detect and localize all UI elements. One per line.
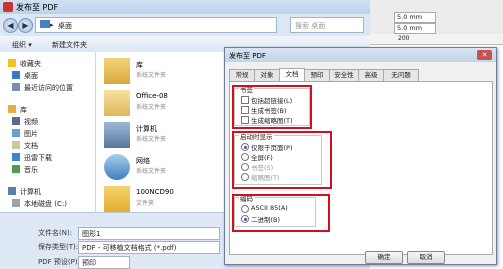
pdf-dialog-titlebar: 发布至 PDF ✕ — [225, 48, 496, 62]
address-text: 桌面 — [58, 22, 72, 30]
tab-objects[interactable]: 对象 — [254, 69, 280, 81]
ok-button[interactable]: 确定 — [365, 251, 403, 264]
preset-label: PDF 预设(P): — [38, 258, 80, 266]
tab-strip: 常规 对象 文档 预印 安全性 高级 无问题 — [229, 68, 492, 81]
computer-icon — [104, 122, 130, 148]
highlight-box-bookmarks — [232, 85, 312, 129]
document-icon — [12, 141, 20, 149]
computer-icon — [8, 187, 16, 195]
tab-security[interactable]: 安全性 — [329, 69, 359, 81]
savetype-value: PDF - 可移植文档格式 (*.pdf) — [82, 244, 177, 252]
save-dialog-title: 发布至 PDF — [16, 3, 59, 12]
video-icon — [12, 117, 20, 125]
folder-icon — [104, 186, 130, 212]
tab-document[interactable]: 文档 — [279, 68, 305, 81]
savetype-select[interactable]: PDF - 可移植文档格式 (*.pdf) — [78, 241, 220, 254]
save-dialog-titlebar: 发布至 PDF — [0, 0, 370, 14]
preset-value: 预印 — [82, 259, 96, 267]
folder-icon — [40, 20, 50, 28]
file-item-network[interactable]: 网络 系统文件夹 — [104, 152, 224, 188]
organize-button[interactable]: 组织 ▾ — [12, 40, 32, 50]
nudge-y-field[interactable]: 5.0 mm — [394, 23, 436, 34]
file-item-library[interactable]: 库 系统文件夹 — [104, 56, 224, 92]
file-item-office[interactable]: Office-08 系统文件夹 — [104, 88, 224, 124]
ruler-label: 200 — [398, 35, 410, 42]
forward-icon[interactable]: ▶ — [18, 18, 33, 33]
savetype-label: 保存类型(T): — [38, 243, 79, 251]
file-item-computer[interactable]: 计算机 系统文件夹 — [104, 120, 224, 156]
horizontal-ruler: 200 — [370, 34, 503, 45]
tab-advanced[interactable]: 高级 — [358, 69, 384, 81]
highlight-box-startup — [232, 131, 332, 189]
cancel-button[interactable]: 取消 — [407, 251, 445, 264]
library-folder-icon — [104, 58, 130, 84]
tab-prepress[interactable]: 预印 — [304, 69, 330, 81]
nudge-x-field[interactable]: 5.0 mm — [394, 12, 436, 23]
address-bar[interactable]: ▸ 桌面 — [35, 17, 277, 33]
filename-input[interactable]: 图形1 — [78, 227, 220, 240]
user-folder-icon — [104, 90, 130, 116]
desktop-icon — [12, 71, 20, 79]
tab-general[interactable]: 常规 — [229, 69, 255, 81]
network-icon — [104, 154, 130, 180]
navigation-pane: 收藏夹 桌面 最近访问的位置 库 视频 图片 文档 迅雷下载 音乐 计算机 本地… — [0, 52, 96, 212]
recent-places-icon — [12, 83, 20, 91]
download-icon — [12, 153, 20, 161]
preset-select[interactable]: 预印 — [78, 256, 130, 269]
picture-icon — [12, 129, 20, 137]
address-row: ◀ ▶ ▸ 桌面 搜索 桌面 — [0, 14, 370, 36]
highlight-box-encoding — [232, 194, 330, 232]
search-input[interactable]: 搜索 桌面 — [290, 17, 364, 33]
property-bar: 5.0 mm 5.0 mm — [370, 0, 503, 34]
filename-label: 文件名(N): — [38, 229, 73, 237]
document-tab-panel: 书签 包括超链接(L) 生成书签(B) 生成缩略图(T) 启动时显示 仅限于页面… — [229, 81, 493, 255]
search-placeholder: 搜索 桌面 — [295, 22, 326, 30]
star-icon — [8, 59, 16, 67]
new-folder-button[interactable]: 新建文件夹 — [52, 40, 87, 50]
tab-no-issues[interactable]: 无问题 — [383, 69, 419, 81]
filename-value: 图形1 — [82, 230, 101, 238]
pdf-dialog-title: 发布至 PDF — [229, 52, 266, 60]
close-icon[interactable]: ✕ — [477, 50, 492, 60]
disk-icon — [12, 199, 20, 207]
publish-pdf-dialog: 发布至 PDF ✕ 常规 对象 文档 预印 安全性 高级 无问题 书签 包括超链… — [224, 47, 497, 265]
music-icon — [12, 165, 20, 173]
back-icon[interactable]: ◀ — [3, 18, 18, 33]
app-icon — [3, 2, 13, 12]
library-icon — [8, 105, 16, 113]
breadcrumb-arrow: ▸ — [50, 21, 54, 29]
